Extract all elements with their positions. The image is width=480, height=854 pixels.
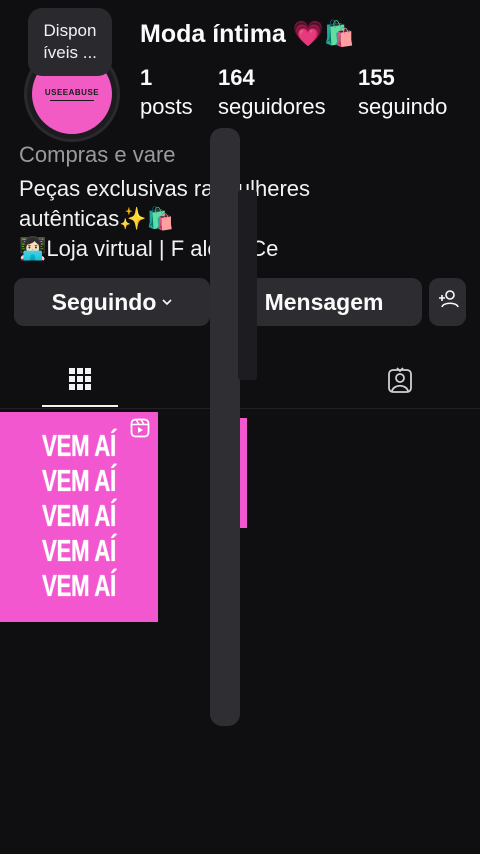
profile-category: Compras e vare [19,142,176,167]
stat-posts[interactable]: 1 posts [140,64,193,122]
post-text-line: VEM AÍ [42,533,116,568]
avatar-text: USEEABUSE [44,87,100,97]
add-person-button[interactable] [429,278,466,326]
following-label: Seguindo [51,288,157,315]
post-text: VEM AÍ VEM AÍ VEM AÍ VEM AÍ VEM AÍ [42,428,145,603]
stat-followers-label: seguidores [218,94,326,119]
profile-name: Moda íntima 💗🛍️ [140,20,356,48]
post-text-line: VEM AÍ [42,463,116,498]
post-text-line: VEM AÍ [42,568,116,603]
post-text-line: VEM AÍ [42,428,116,463]
grid-icon [67,368,93,396]
post-thumbnail[interactable]: VEM AÍ VEM AÍ VEM AÍ VEM AÍ VEM AÍ [0,412,158,622]
overlay-panel [210,128,240,726]
chevron-down-icon [162,295,172,309]
avatar-divider [50,99,94,101]
reel-icon [130,418,150,443]
add-person-icon [437,288,459,316]
tab-grid[interactable] [67,366,93,397]
stat-followers[interactable]: 164 seguidores [218,64,326,122]
active-tab-indicator [42,405,118,407]
post-text-line: VEM AÍ [42,498,116,533]
tab-tagged[interactable] [386,366,414,399]
stat-following[interactable]: 155 seguindo [358,64,447,122]
overlay-strip [238,190,257,380]
overlay-pink-strip [240,418,247,528]
profile-note[interactable]: Dispon íveis ... [28,8,112,76]
stat-following-value: 155 [358,65,395,90]
stat-posts-label: posts [140,94,193,119]
stat-followers-value: 164 [218,65,255,90]
message-label: Mensagem [264,288,384,315]
tagged-person-icon [386,367,414,398]
stat-following-label: seguindo [358,94,448,119]
tabs-divider [0,408,480,409]
stat-posts-value: 1 [140,65,153,90]
following-button[interactable]: Seguindo [14,278,210,326]
